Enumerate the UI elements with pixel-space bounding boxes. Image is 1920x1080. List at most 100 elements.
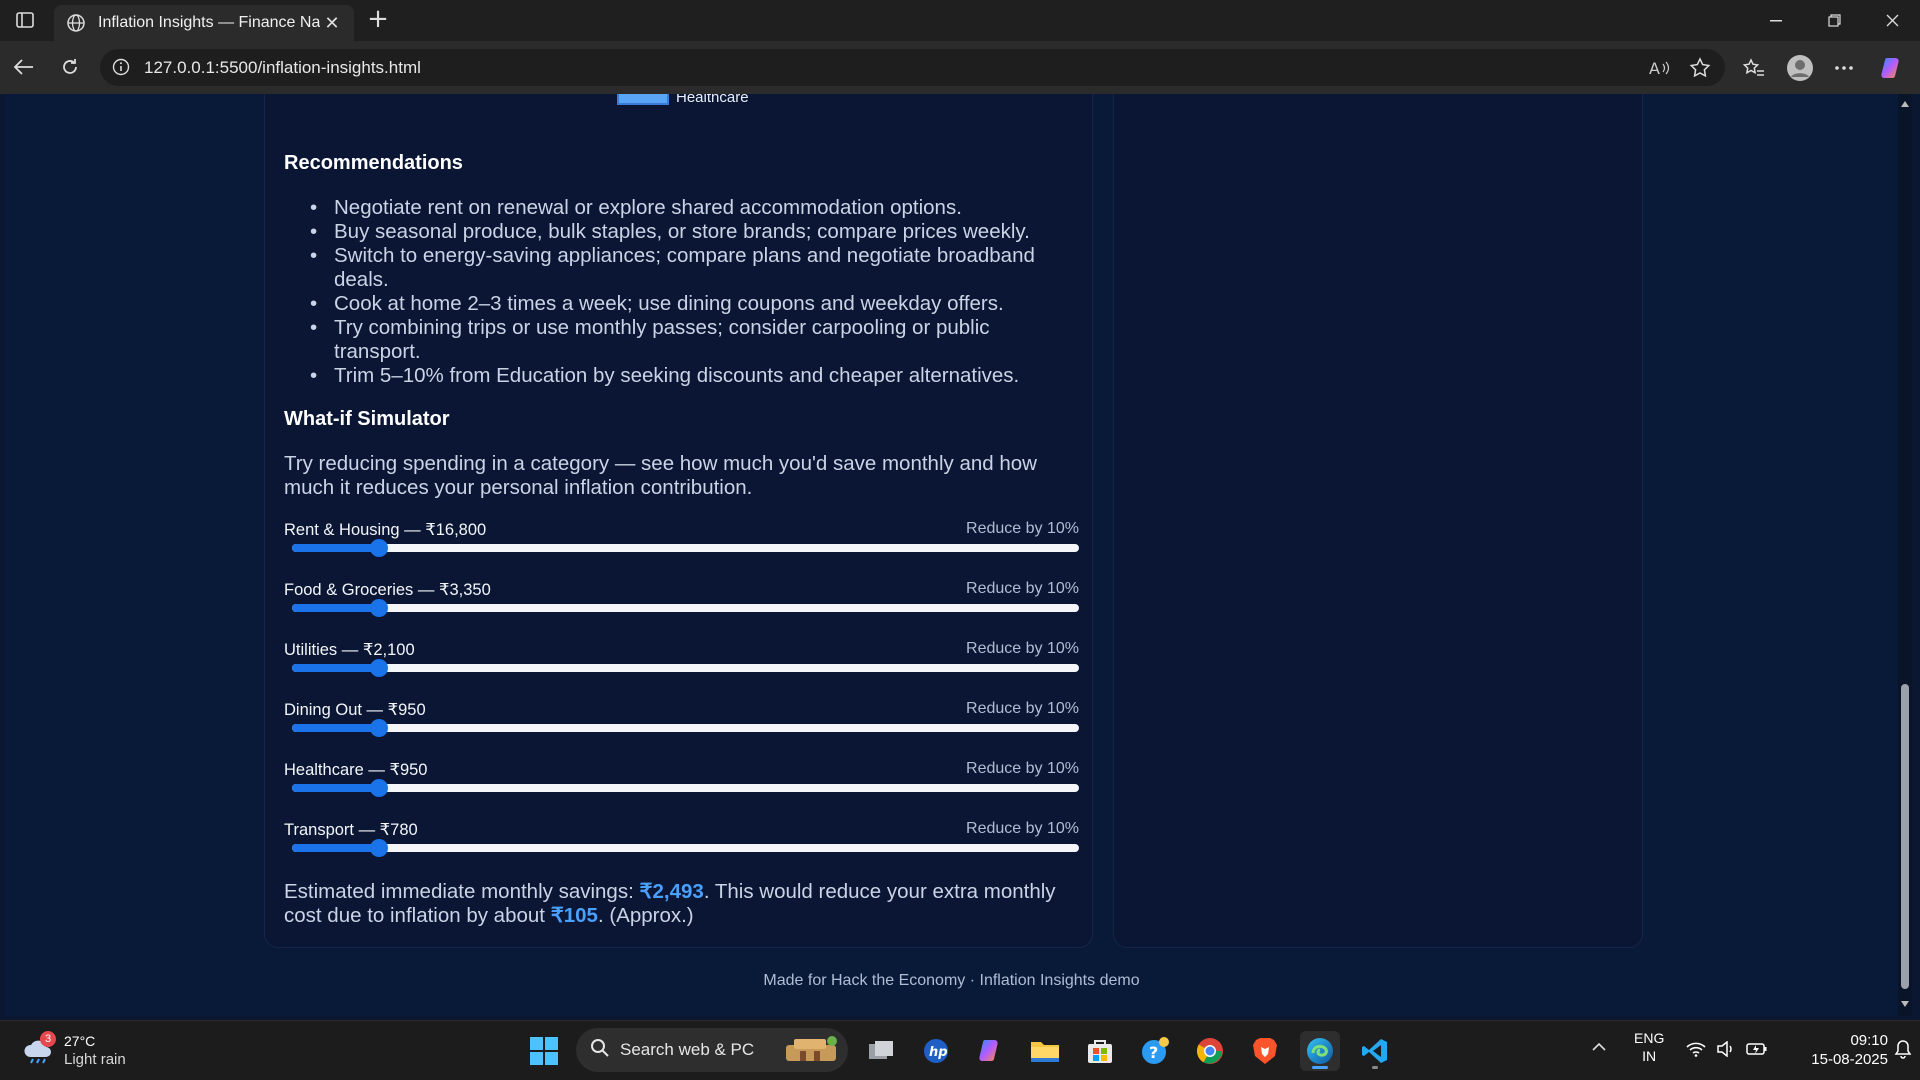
new-tab-icon[interactable]: + [364, 6, 392, 34]
hp-app-icon[interactable]: hp [916, 1031, 956, 1071]
restore-icon[interactable] [1806, 0, 1862, 41]
search-highlight-icon [784, 1033, 840, 1068]
tab-close-icon[interactable]: ✕ [322, 13, 342, 34]
notification-bell-icon[interactable] [1894, 1039, 1912, 1062]
url-text: 127.0.0.1:5500/inflation-insights.html [144, 57, 421, 77]
slider-thumb[interactable] [370, 719, 388, 737]
scroll-down-icon[interactable] [1899, 998, 1911, 1010]
profile-avatar-icon[interactable] [1786, 54, 1814, 82]
savings-suffix: . (Approx.) [597, 904, 694, 927]
slider-track[interactable] [292, 839, 1079, 857]
savings-value: ₹2,493 [639, 880, 704, 903]
favorites-icon[interactable] [1740, 54, 1768, 82]
brave-browser-icon[interactable] [1245, 1031, 1285, 1071]
slider-fill [292, 664, 379, 672]
recommendations-heading: Recommendations [284, 152, 463, 174]
favorite-star-icon[interactable] [1688, 56, 1712, 80]
browser-tab-active[interactable]: Inflation Insights — Finance Navigator ✕ [54, 5, 354, 41]
slider-fill [292, 844, 379, 852]
slider-reduce-text: Reduce by 10% [966, 820, 1079, 837]
slider-track[interactable] [292, 539, 1079, 557]
windows-start-icon[interactable] [524, 1031, 564, 1071]
list-item: Switch to energy-saving appliances; comp… [310, 244, 1080, 292]
refresh-icon[interactable] [56, 53, 84, 81]
help-app-icon[interactable]: ? [1135, 1031, 1175, 1071]
slider-reduce-text: Reduce by 10% [966, 700, 1079, 717]
chrome-icon[interactable] [1190, 1031, 1230, 1071]
page-footer: Made for Hack the Economy · Inflation In… [763, 972, 1140, 989]
copilot-icon[interactable] [1878, 54, 1906, 82]
copilot-taskbar-icon[interactable] [970, 1031, 1010, 1071]
scroll-up-icon[interactable] [1899, 98, 1911, 110]
svg-text:A: A [1649, 59, 1660, 77]
slider-track[interactable] [292, 719, 1079, 737]
page-viewport: Healthcare Recommendations Negotiate ren… [5, 94, 1898, 1016]
slider-transport: Transport — ₹780 Reduce by 10% [284, 820, 1079, 860]
slider-label: Food & Groceries — ₹3,350 [284, 581, 491, 599]
back-arrow-icon[interactable] [10, 53, 38, 81]
slider-thumb[interactable] [370, 839, 388, 857]
weather-widget[interactable]: 3 27°C Light rain [20, 1031, 150, 1071]
slider-reduce-text: Reduce by 10% [966, 640, 1079, 657]
side-card [1113, 94, 1643, 948]
address-bar[interactable]: 127.0.0.1:5500/inflation-insights.html [100, 49, 1725, 86]
read-aloud-icon[interactable]: A [1648, 56, 1672, 80]
scroll-thumb[interactable] [1901, 684, 1909, 989]
battery-icon[interactable] [1746, 1041, 1768, 1060]
slider-track[interactable] [292, 659, 1079, 677]
weather-condition: Light rain [64, 1051, 126, 1068]
simulator-intro: Try reducing spending in a category — se… [284, 452, 1037, 499]
slider-thumb[interactable] [370, 599, 388, 617]
task-view-icon[interactable] [861, 1031, 901, 1071]
simulator-heading: What-if Simulator [284, 408, 450, 430]
slider-fill [292, 544, 379, 552]
system-clock[interactable]: 09:10 15-08-2025 [1778, 1031, 1888, 1069]
site-info-icon[interactable] [112, 58, 132, 78]
slider-fill [292, 724, 379, 732]
savings-summary: Estimated immediate monthly savings: ₹2,… [284, 880, 1084, 928]
language-indicator[interactable]: ENG IN [1634, 1029, 1664, 1065]
region-code: IN [1642, 1048, 1657, 1064]
taskbar-search[interactable]: Search web & PC [576, 1028, 848, 1072]
chart-legend: Healthcare [265, 94, 1094, 125]
slider-reduce-text: Reduce by 10% [966, 760, 1079, 777]
list-item: Buy seasonal produce, bulk staples, or s… [310, 220, 1080, 244]
svg-text:?: ? [1149, 1043, 1158, 1062]
slider-label: Utilities — ₹2,100 [284, 641, 415, 659]
windows-taskbar: 3 27°C Light rain Search web & PC hp ? E… [0, 1020, 1920, 1080]
edge-browser-icon[interactable] [1300, 1031, 1340, 1071]
more-options-icon[interactable] [1830, 54, 1858, 82]
legend-label-healthcare: Healthcare [676, 94, 749, 106]
search-icon [590, 1038, 610, 1063]
minimize-icon[interactable] [1748, 0, 1804, 41]
slider-track[interactable] [292, 599, 1079, 617]
vscode-icon[interactable] [1355, 1031, 1395, 1071]
sidebar-toggle-icon[interactable] [12, 9, 38, 31]
close-window-icon[interactable] [1864, 0, 1920, 41]
savings-prefix: Estimated immediate monthly savings: [284, 880, 640, 903]
running-app-indicator [1372, 1066, 1378, 1069]
slider-reduce-text: Reduce by 10% [966, 520, 1079, 537]
show-hidden-icons[interactable] [1591, 1039, 1607, 1055]
slider-dining-out: Dining Out — ₹950 Reduce by 10% [284, 700, 1079, 740]
page-scrollbar[interactable] [1898, 94, 1912, 1016]
inflation-reduction-value: ₹105 [550, 904, 598, 927]
list-item: Negotiate rent on renewal or explore sha… [310, 196, 1080, 220]
volume-icon[interactable] [1716, 1040, 1736, 1060]
globe-icon [66, 13, 86, 33]
microsoft-store-icon[interactable] [1080, 1031, 1120, 1071]
language-code: ENG [1634, 1030, 1665, 1046]
list-item: Cook at home 2–3 times a week; use dinin… [310, 292, 1080, 316]
slider-thumb[interactable] [370, 659, 388, 677]
file-explorer-icon[interactable] [1025, 1031, 1065, 1071]
active-app-indicator [1312, 1066, 1328, 1069]
slider-utilities: Utilities — ₹2,100 Reduce by 10% [284, 640, 1079, 680]
slider-thumb[interactable] [370, 539, 388, 557]
wifi-icon[interactable] [1686, 1041, 1706, 1060]
clock-date: 15-08-2025 [1811, 1051, 1888, 1068]
slider-thumb[interactable] [370, 779, 388, 797]
slider-track[interactable] [292, 779, 1079, 797]
svg-text:hp: hp [929, 1045, 948, 1060]
slider-fill [292, 604, 379, 612]
slider-label: Healthcare — ₹950 [284, 761, 428, 779]
